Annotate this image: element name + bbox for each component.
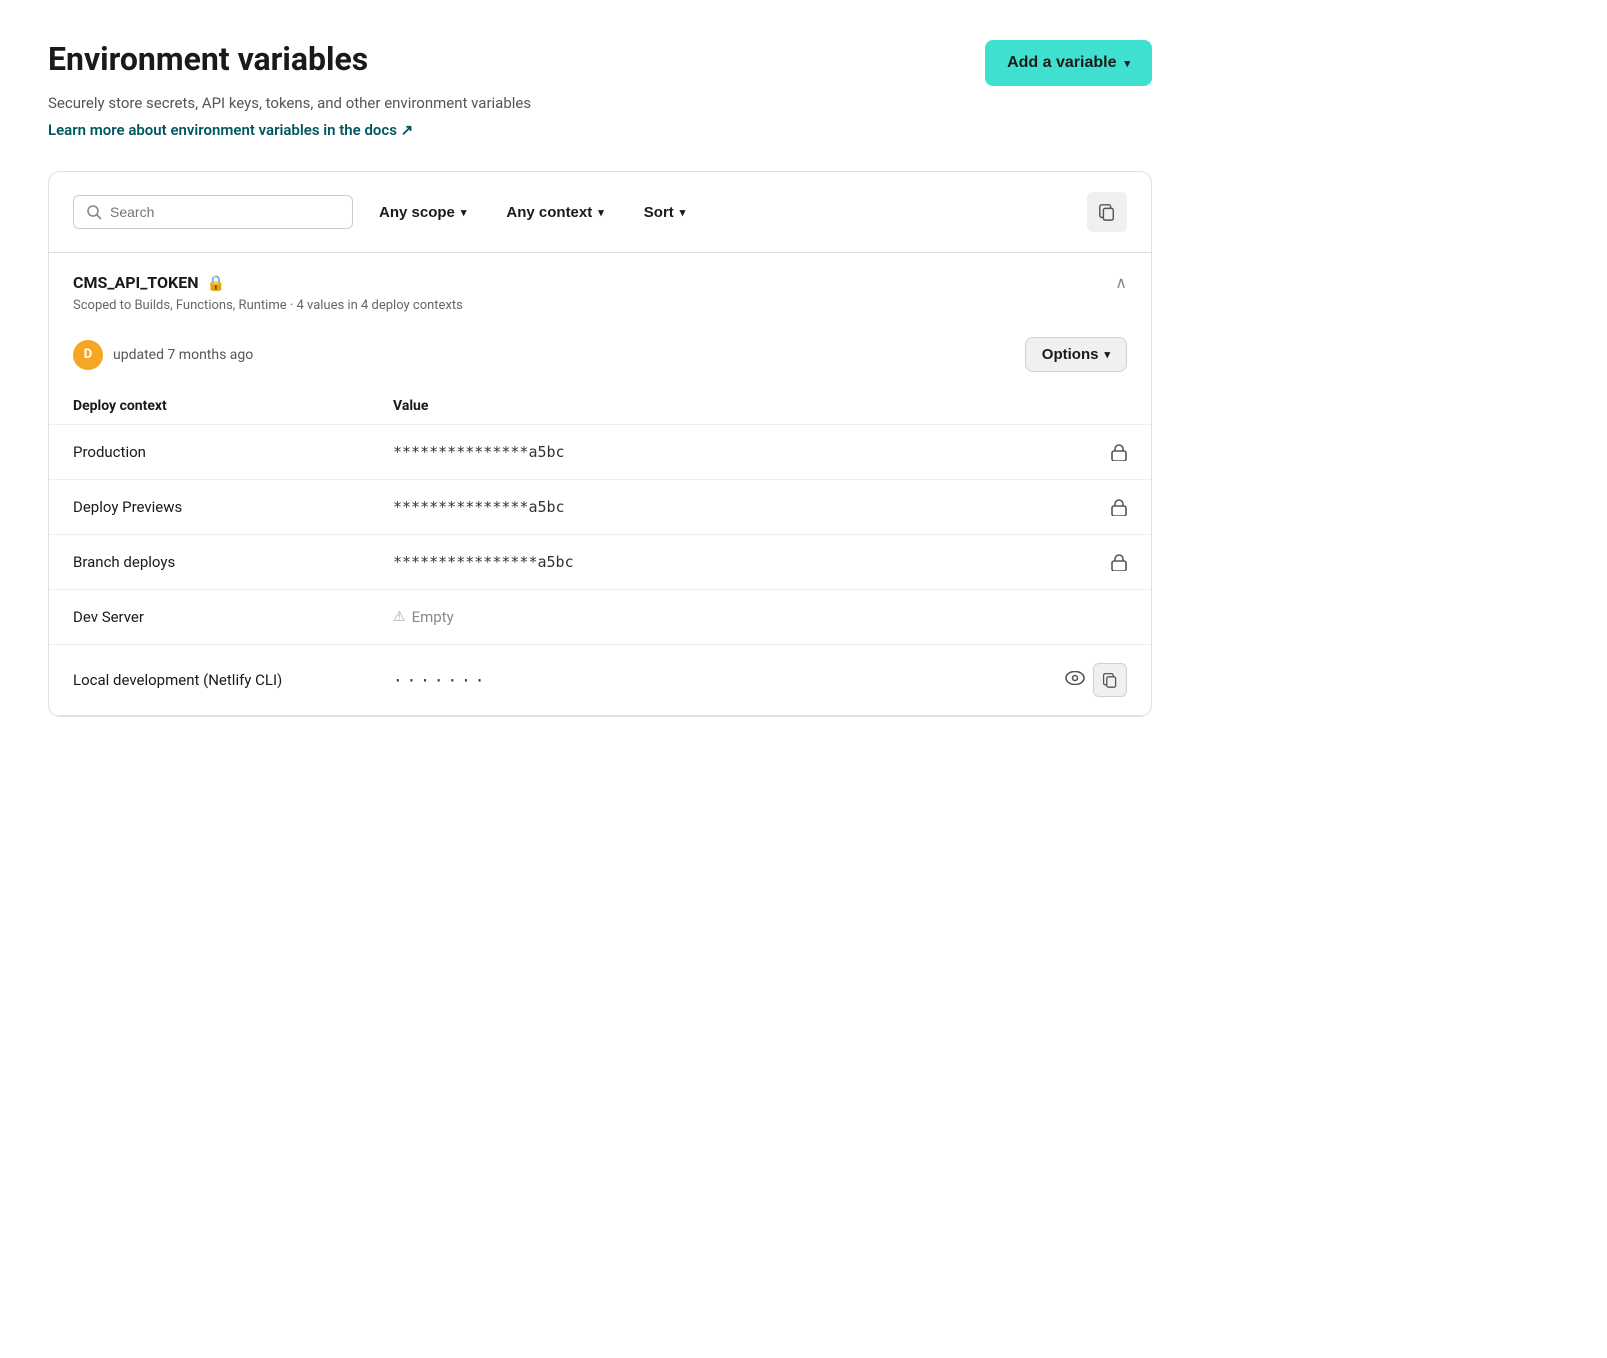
- lock-icon: [1067, 443, 1127, 461]
- chevron-down-icon: ▾: [1124, 57, 1130, 70]
- add-variable-button[interactable]: Add a variable ▾: [985, 40, 1152, 86]
- chevron-down-icon: ▾: [1104, 348, 1110, 361]
- search-input[interactable]: [110, 204, 340, 220]
- variable-updated: D updated 7 months ago Options ▾: [49, 327, 1151, 388]
- variable-item: CMS_API_TOKEN 🔒 ∧ Scoped to Builds, Func…: [49, 253, 1151, 716]
- context-dropdown[interactable]: Any context ▾: [492, 196, 617, 229]
- chevron-down-icon: ▾: [598, 206, 604, 219]
- variable-name: CMS_API_TOKEN 🔒: [73, 273, 225, 292]
- table-row: Production ***************a5bc: [49, 424, 1151, 479]
- reveal-button[interactable]: [1065, 671, 1085, 690]
- chevron-down-icon: ▾: [461, 206, 467, 219]
- copy-icon: [1102, 672, 1118, 688]
- collapse-icon[interactable]: ∧: [1115, 273, 1127, 292]
- eye-icon: [1065, 671, 1085, 685]
- local-dev-actions: [1007, 663, 1127, 697]
- table-row: Deploy Previews ***************a5bc: [49, 479, 1151, 534]
- page-title: Environment variables: [48, 40, 531, 78]
- options-button[interactable]: Options ▾: [1025, 337, 1127, 372]
- search-icon: [86, 204, 102, 220]
- updated-info: D updated 7 months ago: [73, 340, 253, 370]
- lock-icon: [1067, 553, 1127, 571]
- page-header: Environment variables Securely store sec…: [48, 40, 1152, 139]
- avatar: D: [73, 340, 103, 370]
- page-description: Securely store secrets, API keys, tokens…: [48, 94, 531, 112]
- main-card: Any scope ▾ Any context ▾ Sort ▾ CMS_API…: [48, 171, 1152, 717]
- empty-value: ⚠ Empty: [393, 608, 1067, 626]
- table-header: Deploy context Value: [49, 388, 1151, 424]
- search-wrapper: [73, 195, 353, 229]
- copy-all-button[interactable]: [1087, 192, 1127, 232]
- chevron-down-icon: ▾: [680, 206, 686, 219]
- lock-icon: [1067, 498, 1127, 516]
- variable-header: CMS_API_TOKEN 🔒 ∧: [49, 253, 1151, 298]
- docs-link[interactable]: Learn more about environment variables i…: [48, 121, 413, 139]
- lock-icon: 🔒: [207, 274, 226, 292]
- table-row: Branch deploys ****************a5bc: [49, 534, 1151, 589]
- scope-dropdown[interactable]: Any scope ▾: [365, 196, 480, 229]
- sort-dropdown[interactable]: Sort ▾: [630, 196, 700, 229]
- copy-button[interactable]: [1093, 663, 1127, 697]
- table-row: Dev Server ⚠ Empty: [49, 589, 1151, 644]
- copy-icon: [1098, 203, 1116, 221]
- filter-bar: Any scope ▾ Any context ▾ Sort ▾: [49, 172, 1151, 253]
- variable-meta: Scoped to Builds, Functions, Runtime · 4…: [49, 298, 1151, 327]
- warning-icon: ⚠: [393, 609, 406, 625]
- table-row: Local development (Netlify CLI) ·······: [49, 644, 1151, 715]
- header-left: Environment variables Securely store sec…: [48, 40, 531, 139]
